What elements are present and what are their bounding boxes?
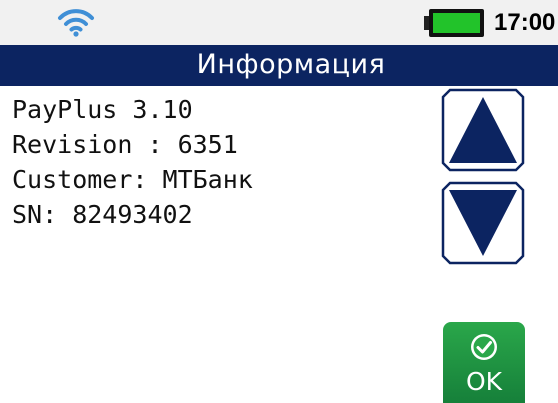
terminal-screen: 17:00 Информация PayPlus 3.10 Revision :… [0, 0, 558, 403]
status-bar: 17:00 [0, 0, 558, 45]
info-line-revision: Revision : 6351 [12, 130, 238, 159]
scroll-down-button[interactable] [440, 180, 526, 266]
ok-button-label: OK [465, 367, 503, 396]
check-icon [471, 334, 497, 360]
scroll-up-button[interactable] [440, 87, 526, 173]
arrow-down-icon [441, 181, 525, 265]
battery-icon [424, 9, 484, 37]
info-line-customer: Customer: МТБанк [12, 165, 253, 194]
clock-time: 17:00 [494, 9, 556, 36]
arrow-up-icon [441, 88, 525, 172]
ok-button[interactable]: OK [443, 322, 525, 403]
title-bar: Информация [0, 45, 558, 86]
info-list: PayPlus 3.10 Revision : 6351 Customer: М… [12, 92, 422, 232]
info-line-version: PayPlus 3.10 [12, 95, 193, 124]
wifi-icon [58, 9, 94, 37]
page-title: Информация [196, 49, 386, 80]
info-line-serial: SN: 82493402 [12, 200, 193, 229]
